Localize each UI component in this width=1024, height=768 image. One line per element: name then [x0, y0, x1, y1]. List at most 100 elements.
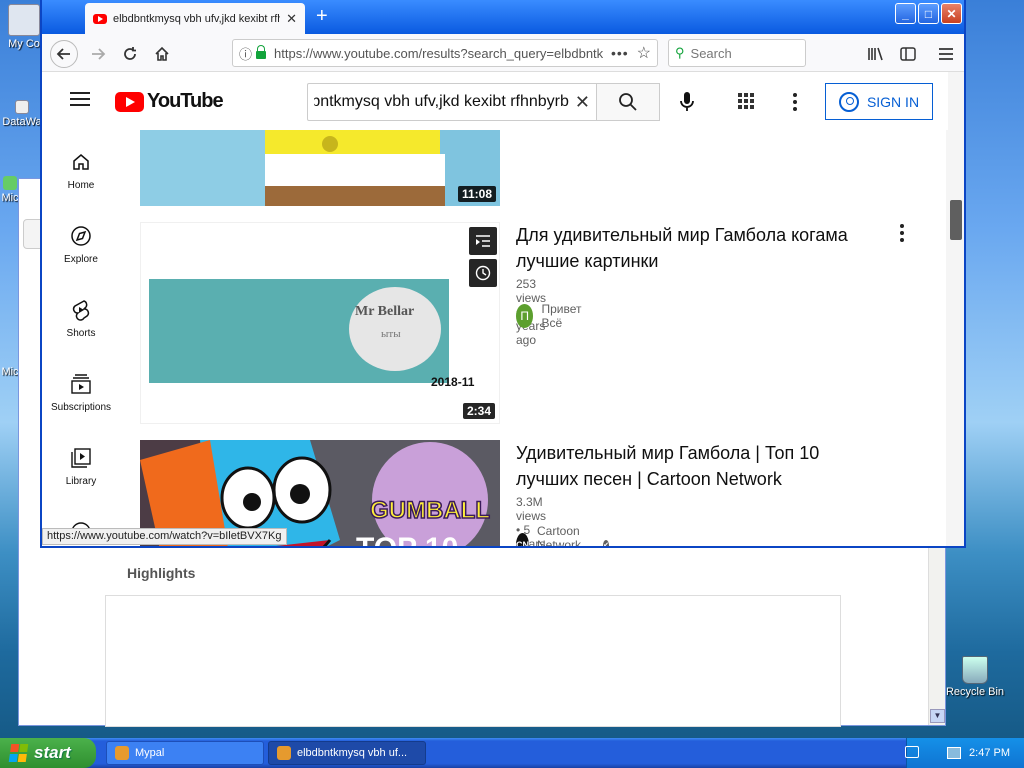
tab-close-icon[interactable]: ✕	[286, 11, 297, 27]
svg-text:Mr Bellar: Mr Bellar	[355, 304, 414, 319]
page-scrollbar[interactable]	[946, 72, 964, 546]
lock-icon	[256, 45, 267, 59]
add-to-queue-icon[interactable]	[469, 227, 497, 255]
search-query[interactable]: elbdbntkmysq vbh ufv,jkd kexibt rfhnbyrb	[314, 93, 569, 111]
shortcut-icon	[15, 100, 29, 114]
desktop-icon-label: Mic	[1, 366, 19, 378]
subscriptions-icon	[69, 372, 93, 396]
apps-grid-icon[interactable]	[738, 93, 754, 109]
guide-item-subscriptions[interactable]: Subscriptions	[42, 372, 120, 413]
reload-icon[interactable]	[116, 40, 144, 68]
channel-name[interactable]: Привет Всё	[541, 302, 588, 330]
mypal-app-icon	[115, 746, 129, 760]
video-title[interactable]: Для удивительный мир Гамбола когама лучш…	[516, 222, 876, 274]
clear-search-icon[interactable]: ✕	[575, 92, 590, 113]
taskbar-item-mypal[interactable]: Mypal	[106, 741, 264, 765]
desktop-icon-datawa[interactable]: DataWa	[2, 100, 42, 128]
search-placeholder: Search	[690, 45, 732, 61]
library-icon	[69, 446, 93, 470]
tab-title: elbdbntkmysq vbh ufv,jkd kexibt rfhnbyrb	[113, 12, 280, 25]
guide-item-home[interactable]: Home	[42, 150, 120, 191]
start-button[interactable]: start	[0, 738, 96, 768]
guide-item-explore[interactable]: Explore	[42, 224, 120, 265]
guide-menu-icon[interactable]	[70, 92, 90, 106]
home-icon[interactable]	[148, 40, 176, 68]
highlights-heading: Highlights	[127, 565, 196, 581]
search-input[interactable]: elbdbntkmysq vbh ufv,jkd kexibt rfhnbyrb…	[307, 83, 597, 121]
navigation-toolbar: ⓘ https://www.youtube.com/results?search…	[42, 34, 964, 72]
verified-badge-icon: ✔	[603, 539, 610, 546]
windows-logo-icon	[8, 744, 30, 762]
taskbar-item-browser[interactable]: elbdbntkmysq vbh uf...	[268, 741, 426, 765]
thumbnail-date-caption: 2018-11	[431, 375, 475, 389]
settings-kebab-icon[interactable]	[787, 90, 803, 114]
video-channel[interactable]: CN Cartoon Network Россия ✔	[516, 524, 610, 546]
recycle-bin-icon	[962, 656, 988, 684]
account-icon	[838, 91, 859, 112]
channel-avatar[interactable]: CN	[516, 533, 529, 546]
shorts-icon	[69, 298, 93, 322]
page-info-icon[interactable]: ⓘ	[239, 44, 252, 63]
desktop-icon-my-computer[interactable]: My Co	[4, 4, 44, 50]
network-icon[interactable]	[947, 747, 962, 759]
maximize-button[interactable]: □	[918, 3, 939, 24]
guide-item-shorts[interactable]: Shorts	[42, 298, 120, 339]
minimize-button[interactable]: _	[895, 3, 916, 24]
desktop-icon-label: My Co	[8, 38, 40, 50]
clock[interactable]: 2:47 PM	[969, 747, 1010, 759]
system-tray: 2:47 PM	[906, 738, 1024, 768]
search-engine-icon: ⚲	[675, 45, 685, 60]
computer-icon	[8, 4, 40, 36]
app-icon	[3, 176, 17, 190]
browser-tab[interactable]: elbdbntkmysq vbh ufv,jkd kexibt rfhnbyrb…	[85, 3, 305, 34]
desktop-icon-label: Recycle Bin	[945, 686, 1005, 698]
title-bar[interactable]: elbdbntkmysq vbh ufv,jkd kexibt rfhnbyrb…	[42, 0, 964, 34]
video-title[interactable]: Удивительный мир Гамбола | Топ 10 лучших…	[516, 440, 876, 492]
gumball-drawing-thumbnail-art: Mr Bellar ыты	[149, 279, 449, 383]
watch-later-icon[interactable]	[469, 259, 497, 287]
video-duration: 11:08	[457, 186, 496, 202]
mypal-app-icon	[277, 746, 291, 760]
microphone-icon[interactable]	[675, 90, 699, 114]
channel-avatar[interactable]: П	[516, 304, 534, 328]
desktop-icon-mic-1[interactable]: Mic	[0, 176, 20, 204]
back-arrow-icon[interactable]	[50, 40, 78, 68]
youtube-page: 11:08 Mr Bellar ыты 2018-11 2:34 Для уди…	[42, 72, 948, 546]
video-channel[interactable]: П Привет Всё	[516, 302, 588, 330]
sign-in-button[interactable]: SIGN IN	[825, 83, 933, 120]
youtube-header: YouTube elbdbntkmysq vbh ufv,jkd kexibt …	[42, 72, 948, 130]
desktop-icon-mic-2[interactable]: Mic	[0, 366, 20, 378]
guide-item-library[interactable]: Library	[42, 446, 120, 487]
forward-arrow-icon[interactable]	[84, 40, 112, 68]
search-button[interactable]	[596, 83, 660, 121]
bookmark-star-icon[interactable]: ☆	[637, 43, 651, 63]
svg-text:GUMBALL: GUMBALL	[370, 497, 490, 524]
close-window-button[interactable]: ✕	[941, 3, 962, 24]
youtube-logo[interactable]: YouTube	[115, 90, 224, 113]
compass-icon	[69, 224, 93, 248]
scrollbar-thumb[interactable]	[950, 200, 962, 240]
search-bar[interactable]: ⚲ Search	[668, 39, 806, 67]
highlights-panel	[105, 595, 841, 727]
new-tab-button[interactable]: +	[316, 4, 328, 28]
svg-text:ыты: ыты	[381, 328, 401, 340]
scroll-down-icon[interactable]: ▼	[930, 709, 945, 723]
video-options-icon[interactable]	[900, 224, 906, 242]
youtube-favicon-icon	[93, 13, 107, 24]
sidebar-icon[interactable]	[894, 40, 922, 68]
url-text[interactable]: https://www.youtube.com/results?search_q…	[274, 46, 603, 61]
desktop-icon-recycle-bin[interactable]: Recycle Bin	[944, 656, 1006, 698]
video-thumbnail[interactable]: Mr Bellar ыты 2018-11 2:34	[140, 222, 500, 424]
library-icon[interactable]	[862, 40, 890, 68]
status-bar-link: https://www.youtube.com/watch?v=bIletBVX…	[42, 528, 287, 545]
video-duration: 2:34	[462, 403, 495, 419]
keyboard-icon[interactable]	[905, 746, 919, 758]
url-bar[interactable]: ⓘ https://www.youtube.com/results?search…	[232, 39, 658, 67]
taskbar-item-label: elbdbntkmysq vbh uf...	[297, 747, 408, 759]
guide-item-label: Subscriptions	[50, 402, 112, 413]
guide-item-label: Shorts	[66, 328, 96, 339]
browser-window[interactable]: elbdbntkmysq vbh ufv,jkd kexibt rfhnbyrb…	[40, 0, 966, 548]
page-actions-icon[interactable]: •••	[611, 45, 629, 61]
menu-icon[interactable]	[932, 40, 960, 68]
channel-name[interactable]: Cartoon Network Россия	[537, 524, 597, 546]
